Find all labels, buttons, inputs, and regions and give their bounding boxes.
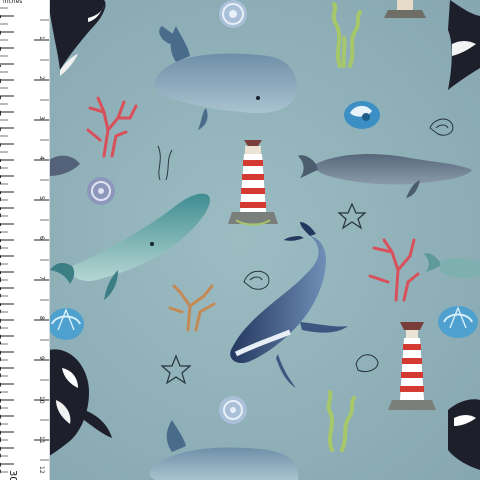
ruler-number: 9 bbox=[0, 142, 2, 148]
ruler-number: 20 bbox=[0, 318, 2, 331]
ocean-pattern bbox=[0, 0, 480, 480]
ruler-inch-number: 10 bbox=[38, 396, 45, 404]
measurement-ruler: inches 1 2 3 4 5 6 7 8 9 10 11 12 13 14 … bbox=[0, 0, 50, 480]
ruler-number: 12 bbox=[0, 190, 2, 203]
ruler-number: 21 bbox=[0, 334, 2, 347]
ruler-number: 5 bbox=[0, 78, 2, 84]
ruler-number: 22 bbox=[0, 350, 2, 363]
ruler-number: 1 bbox=[0, 14, 2, 20]
ruler-number: 27 bbox=[0, 430, 2, 443]
ruler-number: 26 bbox=[0, 414, 2, 427]
ruler-number: 28 bbox=[0, 446, 2, 459]
sea-urchin-icon bbox=[87, 177, 115, 205]
ruler-inch-number: 7 bbox=[38, 276, 45, 280]
ruler-number: 15 bbox=[0, 238, 2, 251]
ruler-number: 11 bbox=[0, 174, 2, 187]
ruler-number: 18 bbox=[0, 286, 2, 299]
shell-icon bbox=[48, 308, 84, 340]
ruler-inch-number: 2 bbox=[38, 76, 45, 80]
ruler-inch-number: 5 bbox=[38, 196, 45, 200]
shell-icon bbox=[344, 101, 380, 129]
ruler-number: 23 bbox=[0, 366, 2, 379]
sea-urchin-icon bbox=[219, 0, 247, 28]
ruler-number: 3 bbox=[0, 46, 2, 52]
ruler-number: 13 bbox=[0, 206, 2, 219]
ruler-ticks bbox=[0, 7, 49, 473]
ruler-inch-number: 1 bbox=[38, 36, 45, 40]
ruler-number: 7 bbox=[0, 110, 2, 116]
ruler-number: 10 bbox=[0, 158, 2, 171]
ruler-number: 29 bbox=[0, 462, 2, 475]
ruler-number: 24 bbox=[0, 382, 2, 395]
ruler-number: 4 bbox=[0, 62, 2, 68]
ruler-number: 8 bbox=[0, 126, 2, 132]
ruler-number: 25 bbox=[0, 398, 2, 411]
ruler-number: 17 bbox=[0, 270, 2, 283]
fabric-print-canvas: inches 1 2 3 4 5 6 7 8 9 10 11 12 13 14 … bbox=[0, 0, 480, 480]
ruler-number: 2 bbox=[0, 30, 2, 36]
ruler-inch-number: 12 bbox=[38, 466, 45, 474]
ruler-inch-number: 3 bbox=[38, 116, 45, 120]
shell-icon bbox=[438, 306, 478, 338]
ruler-number: 19 bbox=[0, 302, 2, 315]
sea-urchin-icon bbox=[219, 396, 247, 424]
ruler-unit-label: inches bbox=[3, 0, 23, 5]
ruler-number: 14 bbox=[0, 222, 2, 235]
ruler-inch-number: 8 bbox=[38, 316, 45, 320]
ruler-inch-number: 4 bbox=[38, 156, 45, 160]
ruler-inch-number: 6 bbox=[38, 236, 45, 240]
ruler-number: 16 bbox=[0, 254, 2, 267]
ruler-inch-number: 9 bbox=[38, 356, 45, 360]
ruler-number: 6 bbox=[0, 94, 2, 100]
ruler-inch-number: 11 bbox=[38, 436, 45, 444]
ruler-number: 30 bbox=[7, 470, 18, 480]
